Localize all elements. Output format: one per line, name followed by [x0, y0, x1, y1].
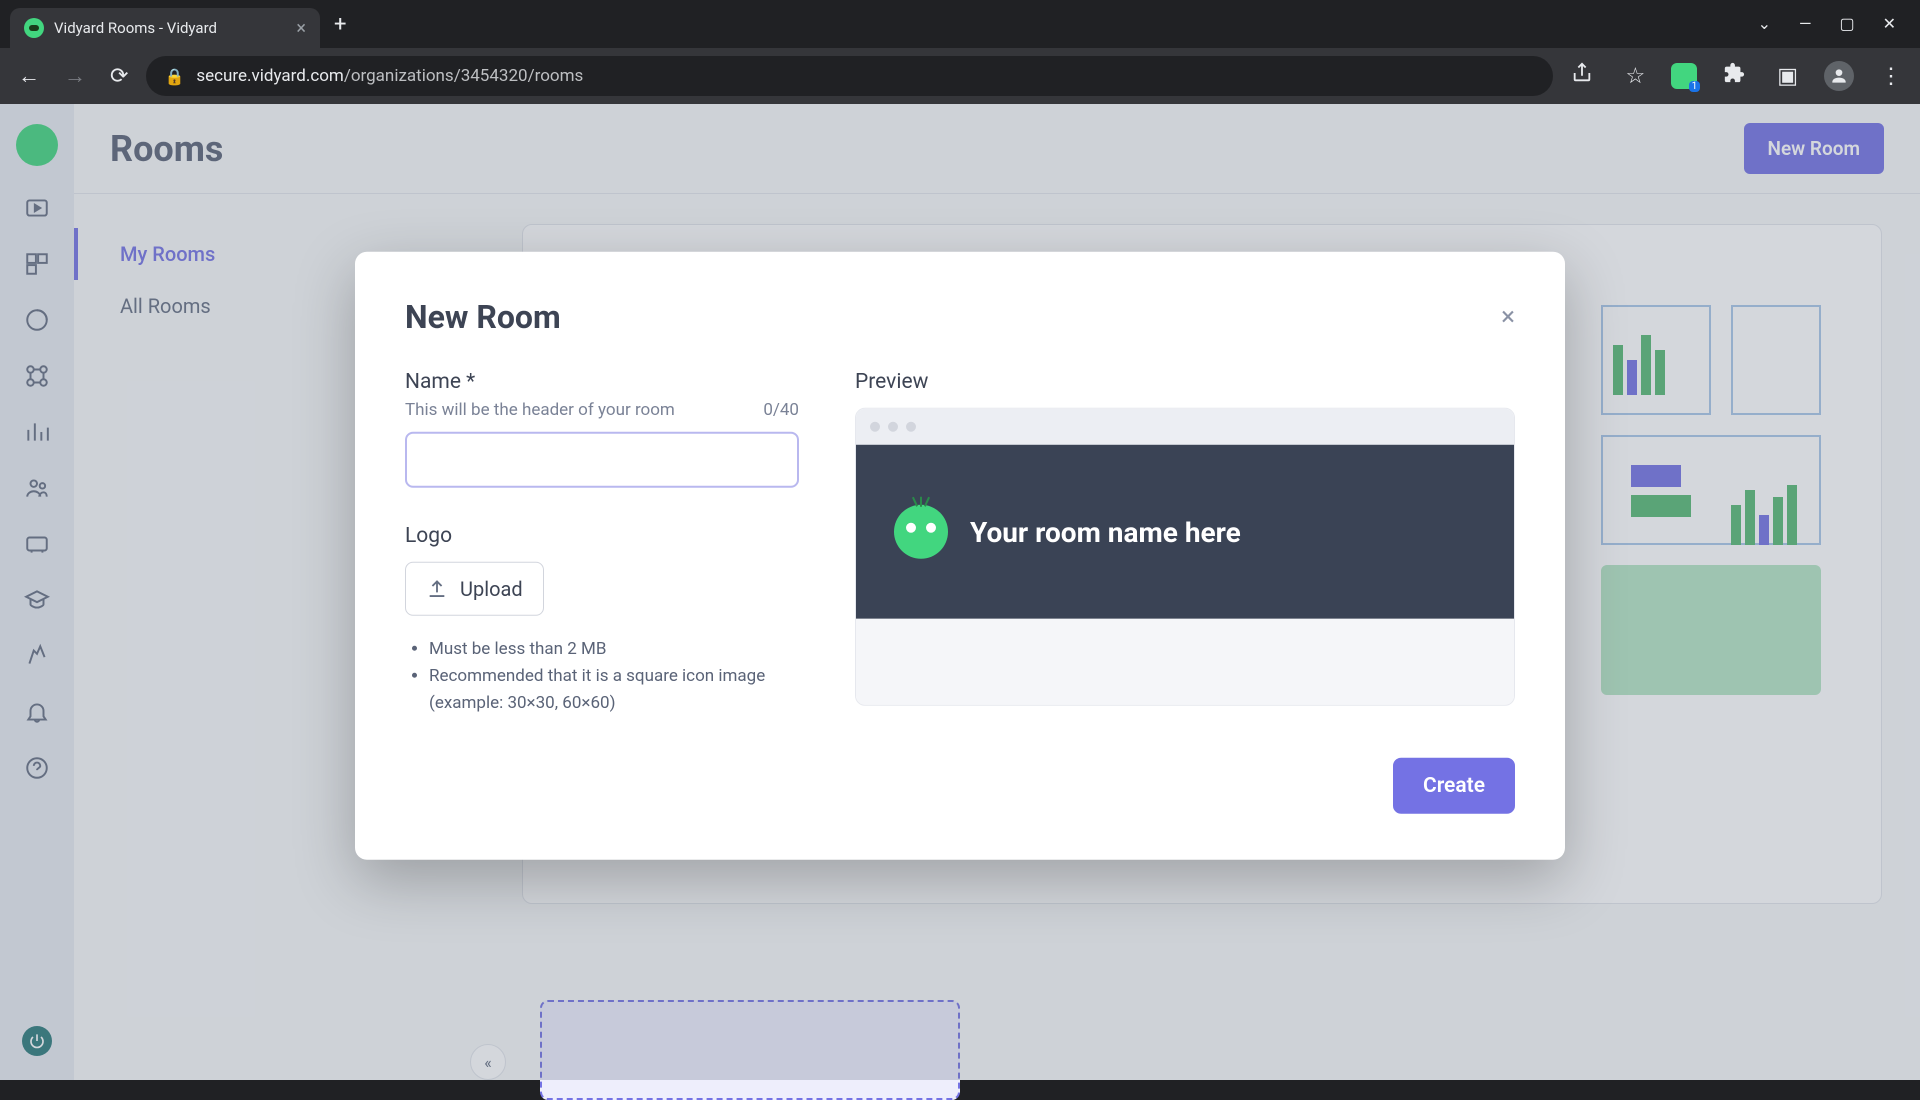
favicon-icon	[24, 18, 44, 38]
profile-avatar[interactable]	[1824, 61, 1854, 91]
browser-tab-strip: Vidyard Rooms - Vidyard × + ⌄ — ▢ ✕	[0, 0, 1920, 48]
room-name-input[interactable]	[405, 432, 799, 488]
logo-field-label: Logo	[405, 524, 799, 548]
close-modal-button[interactable]: ×	[1501, 302, 1515, 332]
reload-button[interactable]: ⟳	[104, 58, 134, 95]
upload-logo-button[interactable]: Upload	[405, 562, 544, 616]
extension-badge: 1	[1689, 81, 1701, 92]
maximize-icon[interactable]: ▢	[1839, 14, 1854, 33]
url-text: secure.vidyard.com/organizations/3454320…	[196, 66, 583, 86]
modal-title: New Room	[405, 298, 561, 336]
new-room-modal: New Room × Name * This will be the heade…	[355, 252, 1565, 860]
bookmark-icon[interactable]: ☆	[1619, 58, 1651, 95]
new-tab-button[interactable]: +	[334, 12, 346, 37]
side-panel-icon[interactable]: ▣	[1771, 58, 1804, 95]
name-field-label: Name *	[405, 370, 799, 394]
address-bar[interactable]: 🔒 secure.vidyard.com/organizations/34543…	[146, 56, 1553, 96]
tabs-dropdown-icon[interactable]: ⌄	[1758, 14, 1771, 33]
browser-tab[interactable]: Vidyard Rooms - Vidyard ×	[10, 8, 320, 48]
lock-icon: 🔒	[164, 67, 184, 86]
close-window-icon[interactable]: ✕	[1883, 14, 1896, 33]
preview-browser-chrome	[856, 409, 1514, 445]
logo-requirements: Must be less than 2 MB Recommended that …	[405, 636, 799, 718]
requirement-item: Recommended that it is a square icon ima…	[429, 663, 799, 717]
name-char-counter: 0/40	[763, 400, 799, 420]
vidyard-extension-icon[interactable]: 1	[1671, 63, 1697, 89]
menu-icon[interactable]: ⋮	[1874, 58, 1908, 95]
requirement-item: Must be less than 2 MB	[429, 636, 799, 663]
preview-room-name: Your room name here	[970, 515, 1241, 548]
room-preview: Your room name here	[855, 408, 1515, 706]
tab-title: Vidyard Rooms - Vidyard	[54, 19, 217, 37]
forward-button[interactable]: →	[58, 57, 92, 95]
close-tab-icon[interactable]: ×	[296, 18, 306, 39]
name-field-hint: This will be the header of your room	[405, 400, 675, 420]
preview-logo-icon	[894, 505, 948, 559]
create-room-button[interactable]: Create	[1393, 757, 1515, 813]
upload-icon	[426, 578, 448, 600]
minimize-icon[interactable]: —	[1799, 14, 1812, 33]
back-button[interactable]: ←	[12, 57, 46, 95]
preview-label: Preview	[855, 370, 1515, 394]
share-icon[interactable]	[1565, 56, 1599, 96]
browser-toolbar: ← → ⟳ 🔒 secure.vidyard.com/organizations…	[0, 48, 1920, 104]
extensions-icon[interactable]	[1717, 56, 1751, 96]
upload-label: Upload	[460, 577, 523, 601]
